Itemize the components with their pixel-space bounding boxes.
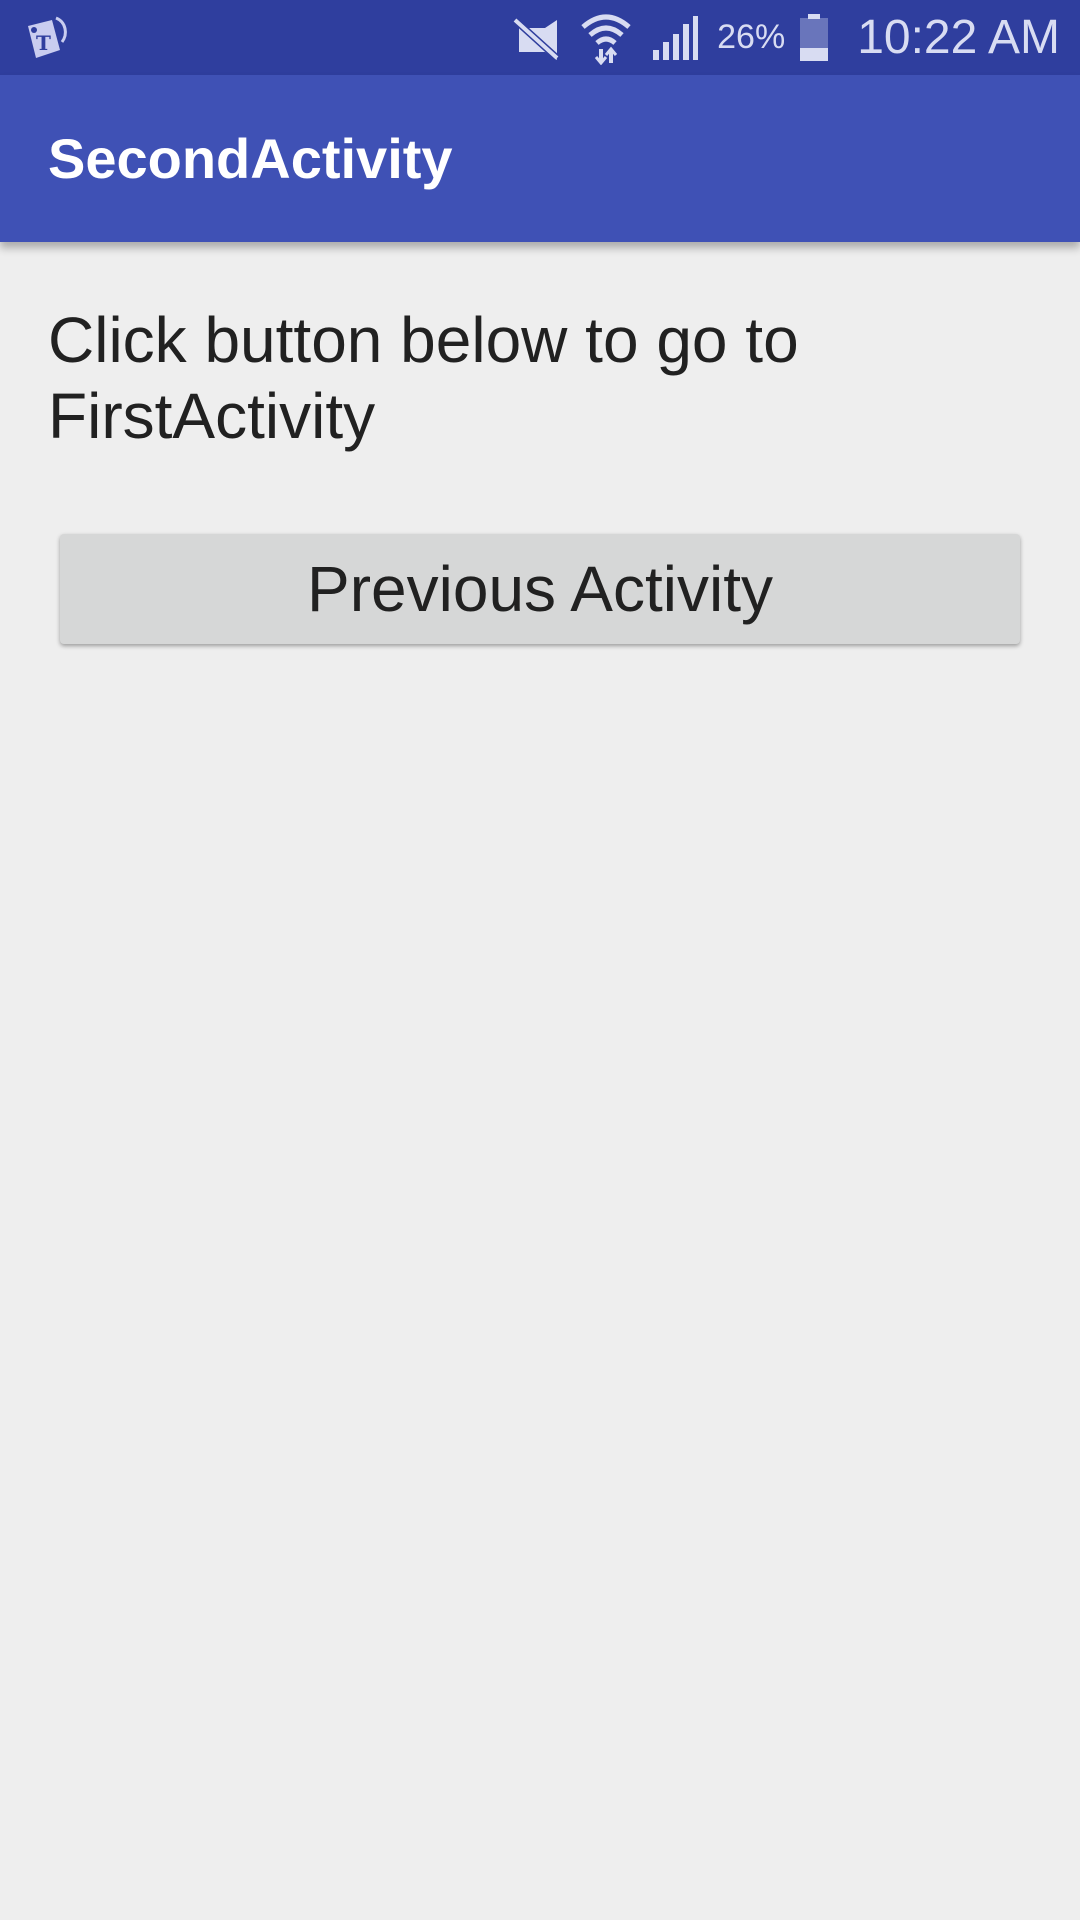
status-bar: T 26% 10:22 AM [0,0,1080,75]
wifi-icon [579,11,633,65]
app-title: SecondActivity [48,127,453,190]
app-bar: SecondActivity [0,75,1080,242]
status-time: 10:22 AM [857,11,1060,64]
battery-icon [799,13,829,62]
battery-percent: 26% [717,18,786,56]
status-icons: 26% 10:22 AM [511,0,1060,75]
tmobile-notification-icon: T [22,12,74,64]
svg-text:T: T [36,31,51,55]
mute-icon [511,16,561,60]
instruction-text: Click button below to go to FirstActivit… [48,304,799,452]
main-content: Click button below to go to FirstActivit… [0,242,1080,1920]
previous-activity-button[interactable]: Previous Activity [60,534,1020,644]
signal-icon [651,14,699,62]
